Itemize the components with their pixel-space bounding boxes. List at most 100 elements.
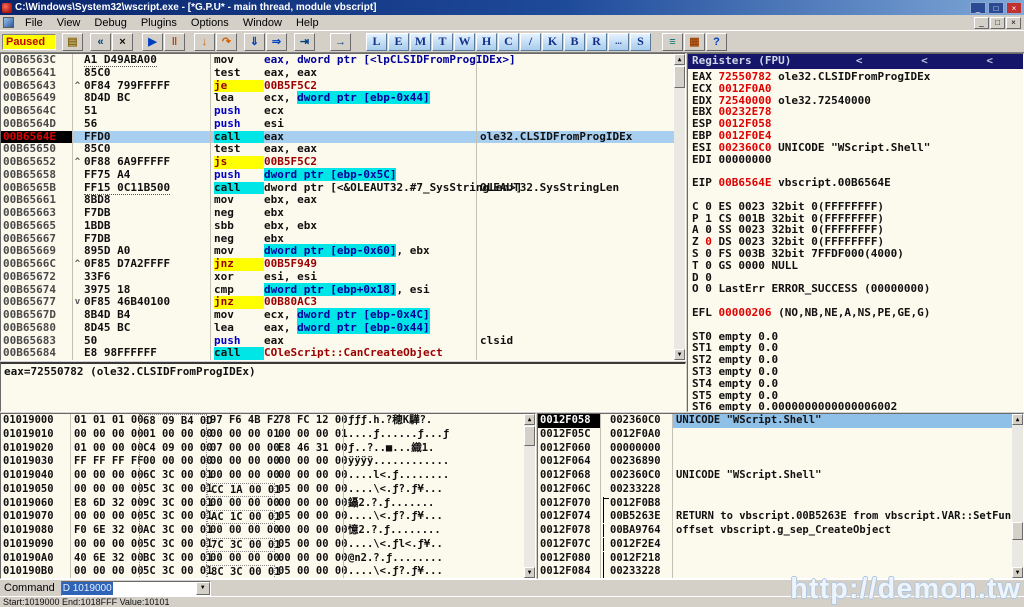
dump-row[interactable]: 010190B000 00 00 005C 3C 00 018C 3C 00 0…: [1, 565, 535, 579]
disasm-row[interactable]: 00B656808D45 BCleaeax, dword ptr [ebp-0x…: [1, 322, 674, 335]
disasm-row[interactable]: 00B656498D4D BCleaecx, dword ptr [ebp-0x…: [1, 92, 674, 105]
stack-row[interactable]: 0012F07400B5263ERETURN to vbscript.00B52…: [538, 510, 1023, 524]
help-button[interactable]: ?: [706, 33, 727, 51]
run-button[interactable]: ▶: [142, 33, 163, 51]
close-icon[interactable]: ×: [1006, 2, 1022, 14]
dump-scrollbar[interactable]: ▲ ▼: [524, 414, 535, 578]
scroll-thumb[interactable]: [524, 426, 535, 446]
hex-dump-pane[interactable]: 0101900001 01 01 0068 09 B4 0D97 F6 4B F…: [0, 413, 536, 579]
execute-till-return-button[interactable]: ⇥: [294, 33, 315, 51]
view-button-S[interactable]: S: [630, 33, 651, 51]
animate-into-button[interactable]: ⇓: [244, 33, 265, 51]
go-to-address-button[interactable]: →: [330, 33, 351, 51]
minimize-icon[interactable]: _: [970, 2, 986, 14]
view-button-x[interactable]: /: [520, 33, 541, 51]
open-file-button[interactable]: ▤: [62, 33, 83, 51]
scroll-down-icon[interactable]: ▼: [524, 567, 535, 578]
register-line[interactable]: EDI 00000000: [692, 154, 1023, 166]
view-button-K[interactable]: K: [542, 33, 563, 51]
dump-row[interactable]: 0101909000 00 00 005C 3C 00 017C 3C 00 0…: [1, 538, 535, 552]
view-button-M[interactable]: M: [410, 33, 431, 51]
view-button-xxx[interactable]: ...: [608, 33, 629, 51]
view-button-R[interactable]: R: [586, 33, 607, 51]
disassembly-pane[interactable]: 00B6563CA1 D49ABA00moveax, dword ptr [<l…: [0, 53, 686, 361]
menu-item-view[interactable]: View: [50, 16, 88, 30]
jump-direction-icon: [73, 207, 82, 220]
registers-pane[interactable]: Registers (FPU) < < < EAX 72550782 ole32…: [687, 53, 1024, 412]
disasm-comment: OLEAUT32.SysStringLen: [477, 182, 674, 195]
view-button-T[interactable]: T: [432, 33, 453, 51]
mdi-restore-icon[interactable]: □: [990, 17, 1005, 29]
menu-item-plugins[interactable]: Plugins: [134, 16, 184, 30]
jump-direction-icon: [73, 233, 82, 246]
dump-row[interactable]: 0101905000 00 00 005C 3C 00 01CC 1A 00 0…: [1, 483, 535, 497]
stack-pane[interactable]: 0012F058002360C0UNICODE "WScript.Shell"0…: [537, 413, 1024, 579]
disassembly-scrollbar[interactable]: ▲ ▼: [674, 54, 685, 360]
pause-button[interactable]: ‖: [164, 33, 185, 51]
stack-row[interactable]: 0012F07C0012F2E4: [538, 538, 1023, 552]
register-line[interactable]: EIP 00B6564E vbscript.00B6564E: [692, 177, 1023, 189]
close-program-button[interactable]: ×: [112, 33, 133, 51]
dump-row[interactable]: 010190A040 6E 32 00BC 3C 00 0100 00 00 0…: [1, 552, 535, 566]
register-line[interactable]: O 0 LastErr ERROR_SUCCESS (00000000): [692, 283, 1023, 295]
scroll-thumb[interactable]: [674, 66, 685, 88]
dump-row[interactable]: 0101907000 00 00 005C 3C 00 01AC 1C 00 0…: [1, 510, 535, 524]
stack-row[interactable]: 0012F06000000000: [538, 442, 1023, 456]
command-input[interactable]: D 1019000 ▼: [61, 581, 211, 596]
appearance-button[interactable]: ▦: [684, 33, 705, 51]
stack-row[interactable]: 0012F0700012F0B8: [538, 497, 1023, 511]
menu-item-file[interactable]: File: [18, 16, 50, 30]
animate-over-button[interactable]: ⇒: [266, 33, 287, 51]
menu-item-options[interactable]: Options: [184, 16, 236, 30]
dump-row[interactable]: 01019030FF FF FF FF00 00 00 0000 00 00 0…: [1, 455, 535, 469]
register-line[interactable]: T 0 GS 0000 NULL: [692, 260, 1023, 272]
disasm-comment: [477, 245, 674, 258]
mdi-minimize-icon[interactable]: _: [974, 17, 989, 29]
view-button-E[interactable]: E: [388, 33, 409, 51]
stack-scrollbar[interactable]: ▲ ▼: [1012, 414, 1023, 578]
info-pane[interactable]: eax=72550782 (ole32.CLSIDFromProgIDEx): [0, 362, 686, 412]
disasm-row[interactable]: 00B65684E8 98FFFFFFcallCOleScript::CanCr…: [1, 347, 674, 360]
scroll-up-icon[interactable]: ▲: [524, 414, 535, 425]
scroll-down-icon[interactable]: ▼: [674, 349, 685, 360]
stack-value: 002360C0: [600, 469, 672, 483]
step-over-button[interactable]: ↷: [216, 33, 237, 51]
chevron-down-icon[interactable]: ▼: [196, 582, 210, 595]
maximize-icon[interactable]: □: [988, 2, 1004, 14]
dump-bytes-group: 00 00 00 00: [71, 565, 139, 579]
menu-item-debug[interactable]: Debug: [87, 16, 133, 30]
dump-row[interactable]: 0101902001 00 00 00C4 09 00 0007 00 00 0…: [1, 442, 535, 456]
view-button-L[interactable]: L: [366, 33, 387, 51]
stack-row[interactable]: 0012F05C0012F0A0: [538, 428, 1023, 442]
register-line[interactable]: EFL 00000206 (NO,NB,NE,A,NS,PE,GE,G): [692, 307, 1023, 319]
step-into-button[interactable]: ↓: [194, 33, 215, 51]
stack-row[interactable]: 0012F0800012F218: [538, 552, 1023, 566]
dump-row[interactable]: 01019080F0 6E 32 00AC 3C 00 0100 00 00 0…: [1, 524, 535, 538]
dump-row[interactable]: 0101901000 00 00 0001 00 00 0000 00 00 0…: [1, 428, 535, 442]
stack-row[interactable]: 0012F07800BA9764offset vbscript.g_sep_Cr…: [538, 524, 1023, 538]
menu-item-window[interactable]: Window: [236, 16, 289, 30]
stack-row[interactable]: 0012F06C00233228: [538, 483, 1023, 497]
view-button-C[interactable]: C: [498, 33, 519, 51]
dump-row[interactable]: 01019060E8 6D 32 009C 3C 00 0100 00 00 0…: [1, 497, 535, 511]
view-button-H[interactable]: H: [476, 33, 497, 51]
dump-bytes-group: 00 00 00 01: [275, 428, 343, 442]
disasm-row[interactable]: 00B6564C51pushecx: [1, 105, 674, 118]
menu-item-help[interactable]: Help: [289, 16, 326, 30]
scroll-up-icon[interactable]: ▲: [674, 54, 685, 65]
scroll-thumb[interactable]: [1012, 522, 1023, 540]
options-button[interactable]: ≡: [662, 33, 683, 51]
jump-direction-icon: [73, 54, 82, 67]
mdi-close-icon[interactable]: ×: [1006, 17, 1021, 29]
dump-row[interactable]: 0101900001 01 01 0068 09 B4 0D97 F6 4B F…: [1, 414, 535, 428]
register-line[interactable]: ST6 empty 0.0000000000000006002: [692, 401, 1023, 412]
scroll-up-icon[interactable]: ▲: [1012, 414, 1023, 425]
registers-header-chevrons[interactable]: < < <: [856, 54, 1023, 69]
view-button-W[interactable]: W: [454, 33, 475, 51]
dump-row[interactable]: 0101904000 00 00 006C 3C 00 0100 00 00 0…: [1, 469, 535, 483]
stack-row[interactable]: 0012F068002360C0UNICODE "WScript.Shell": [538, 469, 1023, 483]
restart-button[interactable]: «: [90, 33, 111, 51]
stack-row[interactable]: 0012F058002360C0UNICODE "WScript.Shell": [538, 414, 1023, 428]
stack-row[interactable]: 0012F06400236890: [538, 455, 1023, 469]
view-button-B[interactable]: B: [564, 33, 585, 51]
